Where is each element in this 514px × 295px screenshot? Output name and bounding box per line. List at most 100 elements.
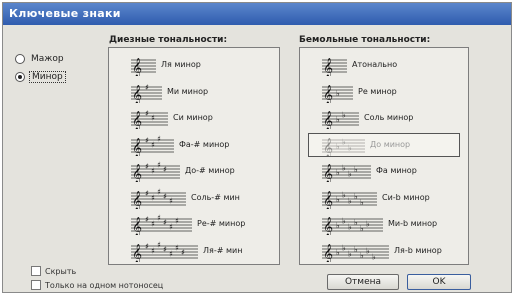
radio-major-label[interactable]: Мажор (29, 54, 66, 64)
flat-sign-icon: ♭ (342, 164, 346, 173)
ok-button[interactable]: OK (407, 274, 471, 290)
staff-icon: 𝄞 ♭ ♭♭ ♭♭ (322, 190, 377, 209)
flat-sign-icon: ♭ (348, 223, 352, 232)
key-option[interactable]: 𝄞 ♯ Ми минор (109, 81, 279, 105)
treble-clef-icon: 𝄞 (323, 217, 333, 235)
staff-icon: 𝄞 ♯ ♯ (131, 109, 168, 129)
treble-clef-icon: 𝄞 (132, 244, 142, 262)
sharp-sign-icon: ♯ (151, 114, 155, 123)
hide-option[interactable]: Скрыть (31, 266, 76, 276)
staff-icon: 𝄞 (131, 58, 156, 76)
treble-clef-icon: 𝄞 (323, 244, 333, 262)
staff-icon: 𝄞 ♯ ♯♯ ♯ ♯♯ (131, 214, 192, 235)
flat-sign-icon: ♭ (348, 249, 352, 258)
key-option[interactable]: 𝄞 ♭ ♭ ♭ ♭ Фа минор (300, 160, 468, 184)
treble-clef-icon: 𝄞 (132, 191, 142, 209)
staff-icon: 𝄞 ♭ ♭ (322, 111, 359, 129)
key-option-label: Ми минор (167, 86, 209, 96)
sharp-sign-icon: ♯ (145, 242, 149, 251)
key-option[interactable]: 𝄞 ♭ ♭ ♭ До минор (300, 132, 468, 158)
key-option[interactable]: 𝄞 ♯ ♯ ♯ ♯ До-# минор (109, 160, 279, 184)
sharp-sign-icon: ♯ (169, 249, 173, 258)
radio-minor[interactable]: Минор (15, 69, 66, 85)
key-option[interactable]: 𝄞 ♭ ♭ ♭ ♭ ♭ ♭ ♭ Ля-b минор (300, 240, 468, 264)
sharp-sign-icon: ♯ (175, 217, 179, 226)
staff-icon: 𝄞 ♯ (131, 83, 162, 103)
flat-sign-icon: ♭ (372, 252, 376, 261)
radio-major[interactable]: Мажор (15, 51, 66, 67)
key-option-label: Фа минор (376, 166, 417, 175)
hide-label[interactable]: Скрыть (45, 267, 76, 276)
key-option[interactable]: 𝄞 ♭ Ре минор (300, 81, 468, 105)
sharp-sign-icon: ♯ (181, 248, 185, 257)
key-option-label: До минор (370, 139, 411, 149)
key-option[interactable]: 𝄞 ♭ ♭ ♭ ♭ ♭ ♭ Ми-b минор (300, 213, 468, 237)
key-option[interactable]: 𝄞 ♯ ♯ Си минор (109, 107, 279, 131)
key-signature-dialog: Ключевые знаки Мажор Минор Диезные тонал… (2, 2, 512, 293)
key-option-label: Си минор (173, 113, 213, 122)
cancel-button[interactable]: Отмена (327, 274, 399, 290)
treble-clef-icon: 𝄞 (132, 111, 142, 129)
flat-sign-icon: ♭ (342, 217, 346, 226)
sharps-heading: Диезные тональности: (109, 35, 228, 45)
radio-major-button[interactable] (15, 54, 25, 64)
flat-sign-icon: ♭ (348, 170, 352, 179)
key-option-label: Ре минор (358, 86, 397, 96)
key-option[interactable]: 𝄞 ♭ ♭ Соль минор (300, 107, 468, 131)
key-option-label: Ля минор (161, 60, 201, 69)
single-staff-label[interactable]: Только на одном нотоносец (45, 281, 163, 290)
key-option[interactable]: 𝄞 ♯ ♯ ♯ ♯ ♯ Соль-# мин (109, 187, 279, 211)
flat-sign-icon: ♭ (336, 142, 340, 151)
sharp-sign-icon: ♯ (145, 189, 149, 198)
hide-checkbox[interactable] (31, 266, 41, 276)
staff-icon: 𝄞 ♭ ♭♭ ♭♭ ♭♭ (322, 243, 389, 262)
key-option[interactable]: 𝄞 ♯ ♯ ♯ ♯ ♯ ♯ Ре-# минор (109, 213, 279, 237)
sharp-sign-icon: ♯ (175, 243, 179, 252)
key-option[interactable]: 𝄞 ♯ ♯ ♯ ♯ ♯ ♯ ♯ Ля-# мин (109, 240, 279, 264)
key-option[interactable]: 𝄞 ♯ ♯ ♯ Фа-# минор (109, 134, 279, 158)
treble-clef-icon: 𝄞 (132, 217, 142, 235)
key-option-label: Фа-# минор (179, 139, 230, 149)
radio-minor-button[interactable] (15, 72, 25, 82)
single-staff-checkbox[interactable] (31, 280, 41, 290)
sharp-sign-icon: ♯ (163, 218, 167, 227)
key-option[interactable]: 𝄞 Ля минор (109, 54, 279, 78)
sharp-sign-icon: ♯ (163, 165, 167, 174)
radio-minor-label[interactable]: Минор (29, 71, 66, 83)
flat-sign-icon: ♭ (336, 195, 340, 204)
treble-clef-icon: 𝄞 (132, 138, 142, 156)
flat-sign-icon: ♭ (342, 243, 346, 252)
staff-icon: 𝄞 ♭ ♭♭ ♭♭ ♭ (322, 217, 383, 235)
treble-clef-icon: 𝄞 (323, 85, 333, 103)
flat-sign-icon: ♭ (342, 137, 346, 146)
flat-sign-icon: ♭ (336, 168, 340, 177)
treble-clef-icon: 𝄞 (323, 58, 333, 76)
flat-sign-icon: ♭ (348, 143, 352, 152)
sharp-sign-icon: ♯ (145, 162, 149, 171)
key-option[interactable]: 𝄞 Атонально (300, 54, 468, 78)
flat-sign-icon: ♭ (360, 198, 364, 207)
sharp-sign-icon: ♯ (169, 223, 173, 232)
flat-sign-icon: ♭ (342, 111, 346, 120)
sharp-sign-icon: ♯ (151, 193, 155, 202)
flat-sign-icon: ♭ (336, 89, 340, 98)
flat-sign-icon: ♭ (336, 248, 340, 257)
sharp-sign-icon: ♯ (151, 140, 155, 149)
key-option[interactable]: 𝄞 ♭ ♭ ♭ ♭ ♭ Си-b минор (300, 187, 468, 211)
flat-sign-icon: ♭ (366, 246, 370, 255)
flat-keys-list: 𝄞 Атонально 𝄞 ♭ Ре минор 𝄞 ♭ ♭ Соль минор 𝄞 ♭ ♭ ♭ До … (299, 47, 469, 265)
flats-heading: Бемольные тональности: (299, 35, 431, 45)
sharp-sign-icon: ♯ (157, 214, 161, 223)
sharp-sign-icon: ♯ (145, 83, 149, 92)
staff-icon: 𝄞 ♭ ♭♭ (322, 137, 365, 156)
key-option-label: Ре-# минор (197, 219, 246, 228)
flat-sign-icon: ♭ (354, 192, 358, 201)
sharp-sign-icon: ♯ (157, 187, 161, 196)
sharp-sign-icon: ♯ (163, 192, 167, 201)
window-title: Ключевые знаки (9, 7, 121, 20)
sharp-sign-icon: ♯ (151, 167, 155, 176)
sharp-sign-icon: ♯ (151, 246, 155, 255)
sharp-sign-icon: ♯ (163, 245, 167, 254)
flat-sign-icon: ♭ (336, 115, 340, 124)
single-staff-option[interactable]: Только на одном нотоносец (31, 280, 163, 290)
